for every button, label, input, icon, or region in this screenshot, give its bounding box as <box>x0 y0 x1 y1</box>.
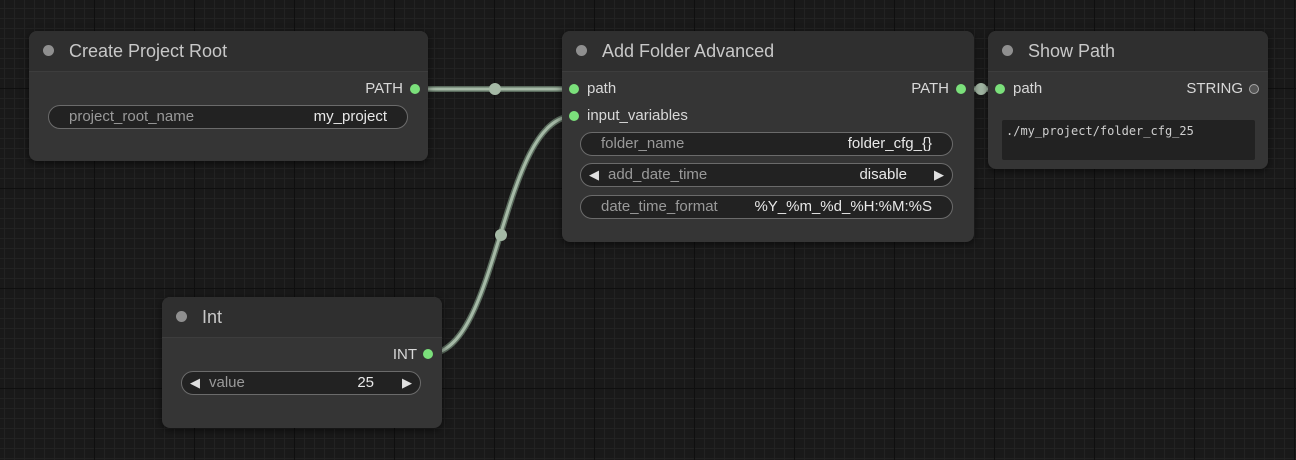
widget-value: disable <box>859 166 907 183</box>
collapse-dot-icon[interactable] <box>176 311 187 322</box>
output-slot-path[interactable] <box>956 84 966 94</box>
input-slot-input-variables[interactable] <box>569 111 579 121</box>
collapse-dot-icon[interactable] <box>576 45 587 56</box>
widget-value: my_project <box>313 108 387 125</box>
output-slot-int[interactable] <box>423 349 433 359</box>
widget-folder-name[interactable]: folder_name folder_cfg_{} <box>580 132 953 156</box>
node-header[interactable]: Int <box>162 297 442 338</box>
arrow-left-icon[interactable]: ◀ <box>589 164 599 186</box>
widget-date-time-format[interactable]: date_time_format %Y_%m_%d_%H:%M:%S <box>580 195 953 219</box>
link-midpoint-handle <box>489 83 501 95</box>
node-int[interactable]: Int INT ◀ value 25 ▶ <box>162 297 442 428</box>
output-slot-path[interactable] <box>410 84 420 94</box>
node-create-project-root[interactable]: Create Project Root PATH project_root_na… <box>29 31 428 161</box>
input-label-path: path <box>587 80 617 97</box>
widget-label: add_date_time <box>608 166 708 183</box>
node-header[interactable]: Create Project Root <box>29 31 428 72</box>
widget-label: date_time_format <box>601 198 718 215</box>
arrow-left-icon[interactable]: ◀ <box>190 372 200 394</box>
node-title: Create Project Root <box>69 41 228 61</box>
input-slot-path[interactable] <box>995 84 1005 94</box>
widget-project-root-name[interactable]: project_root_name my_project <box>48 105 408 129</box>
widget-value: 25 <box>357 374 374 391</box>
output-slot-string[interactable] <box>1249 84 1259 94</box>
widget-value-stepper[interactable]: ◀ value 25 ▶ <box>181 371 421 395</box>
output-label-string: STRING <box>1186 80 1243 97</box>
node-add-folder-advanced[interactable]: Add Folder Advanced path PATH input_vari… <box>562 31 974 242</box>
widget-value: folder_cfg_{} <box>847 135 932 152</box>
widget-label: project_root_name <box>69 108 195 125</box>
input-slot-path[interactable] <box>569 84 579 94</box>
collapse-dot-icon[interactable] <box>1002 45 1013 56</box>
node-show-path[interactable]: Show Path path STRING ./my_project/folde… <box>988 31 1268 169</box>
node-title: Add Folder Advanced <box>602 41 775 61</box>
node-title: Int <box>202 307 223 327</box>
widget-value: %Y_%m_%d_%H:%M:%S <box>754 198 932 215</box>
input-label-input-variables: input_variables <box>587 107 688 124</box>
widget-label: value <box>209 374 245 391</box>
input-label-path: path <box>1013 80 1043 97</box>
collapse-dot-icon[interactable] <box>43 45 54 56</box>
widget-add-date-time[interactable]: ◀ add_date_time disable ▶ <box>580 163 953 187</box>
link-int-to-input-variables <box>426 114 576 356</box>
node-header[interactable]: Add Folder Advanced <box>562 31 974 72</box>
output-label-int: INT <box>392 346 417 363</box>
arrow-right-icon[interactable]: ▶ <box>934 164 944 186</box>
widget-label: folder_name <box>601 135 685 152</box>
node-header[interactable]: Show Path <box>988 31 1268 72</box>
path-display-text[interactable]: ./my_project/folder_cfg_25 <box>1002 120 1255 160</box>
link-midpoint-handle <box>495 229 507 241</box>
link-midpoint-handle <box>975 83 987 95</box>
node-title: Show Path <box>1028 41 1116 61</box>
output-label-path: PATH <box>365 80 403 97</box>
arrow-right-icon[interactable]: ▶ <box>402 372 412 394</box>
output-label-path: PATH <box>911 80 949 97</box>
